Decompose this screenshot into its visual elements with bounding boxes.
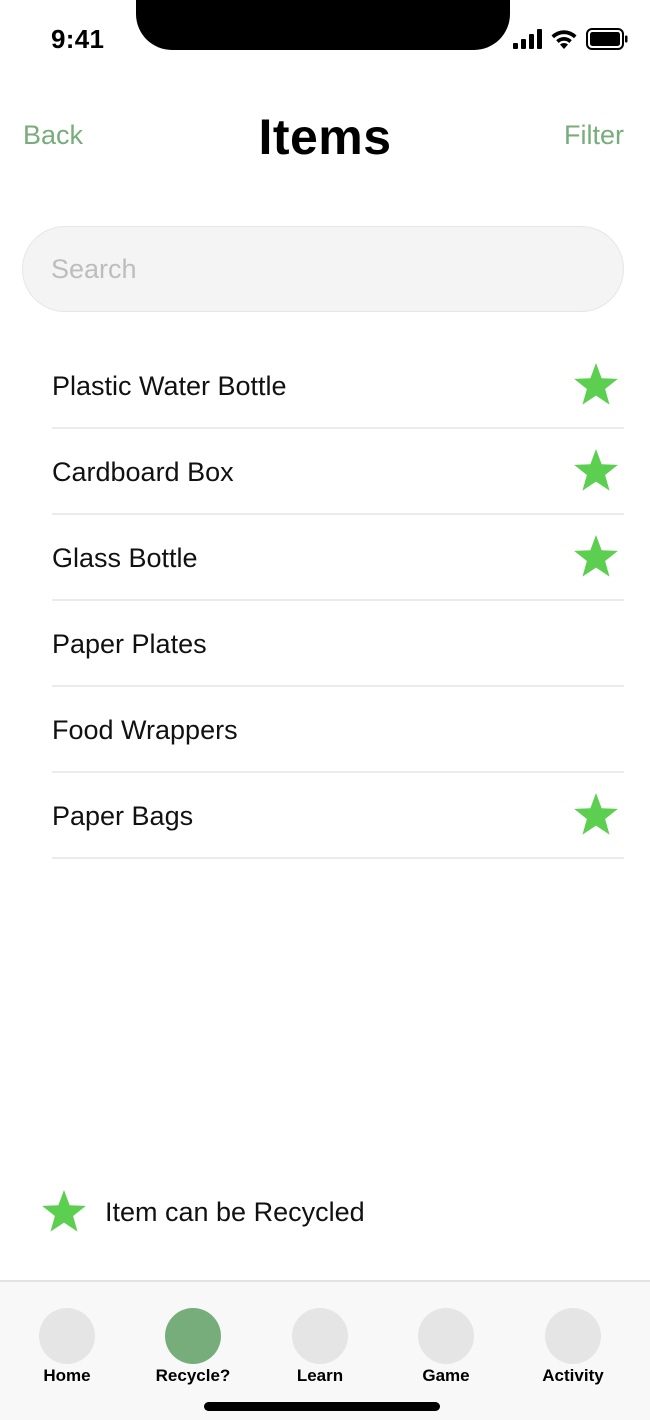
star-icon — [574, 535, 618, 577]
status-time: 9:41 — [51, 24, 105, 54]
tab-bar: Home Recycle? Learn Game Activity — [0, 1280, 650, 1420]
item-label: Glass Bottle — [52, 542, 198, 573]
list-item[interactable]: Food Wrappers — [52, 687, 624, 773]
star-icon — [574, 793, 618, 835]
activity-tab-icon — [545, 1308, 601, 1364]
legend-text: Item can be Recycled — [105, 1196, 365, 1227]
filter-button[interactable]: Filter — [564, 120, 624, 151]
item-label: Paper Plates — [52, 628, 207, 659]
cellular-signal-icon — [513, 29, 542, 49]
game-tab-icon — [418, 1308, 474, 1364]
tab-home[interactable]: Home — [12, 1308, 122, 1386]
item-label: Plastic Water Bottle — [52, 370, 287, 401]
tab-learn[interactable]: Learn — [265, 1308, 375, 1386]
recycle-tab-icon — [165, 1308, 221, 1364]
tab-label: Game — [422, 1366, 470, 1385]
star-icon — [42, 1190, 86, 1232]
tab-label: Home — [43, 1366, 91, 1385]
tab-label: Recycle? — [155, 1366, 231, 1385]
items-screen: 9:41 Back Items Filter Plastic Water Bot… — [0, 0, 650, 1420]
item-label: Food Wrappers — [52, 714, 238, 745]
status-icons — [513, 28, 628, 50]
star-icon — [574, 363, 618, 405]
search-input[interactable] — [51, 253, 623, 285]
list-item[interactable]: Cardboard Box — [52, 429, 624, 515]
tab-recycle[interactable]: Recycle? — [138, 1308, 248, 1386]
tab-label: Activity — [542, 1366, 604, 1385]
wifi-icon — [551, 29, 577, 49]
home-indicator — [204, 1402, 440, 1411]
page-title: Items — [258, 109, 392, 165]
battery-icon — [586, 28, 628, 50]
items-list: Plastic Water Bottle Cardboard Box Glass… — [52, 343, 624, 859]
recyclable-legend: Item can be Recycled — [40, 1188, 365, 1236]
item-label: Paper Bags — [52, 800, 194, 831]
list-item[interactable]: Paper Plates — [52, 601, 624, 687]
tab-game[interactable]: Game — [391, 1308, 501, 1386]
tab-activity[interactable]: Activity — [518, 1308, 628, 1386]
list-item[interactable]: Glass Bottle — [52, 515, 624, 601]
tab-label: Learn — [296, 1366, 344, 1385]
list-item[interactable]: Plastic Water Bottle — [52, 343, 624, 429]
device-notch — [136, 0, 510, 50]
search-bar[interactable] — [22, 226, 624, 312]
home-tab-icon — [39, 1308, 95, 1364]
learn-tab-icon — [292, 1308, 348, 1364]
item-label: Cardboard Box — [52, 456, 234, 487]
star-icon — [574, 449, 618, 491]
list-item[interactable]: Paper Bags — [52, 773, 624, 859]
